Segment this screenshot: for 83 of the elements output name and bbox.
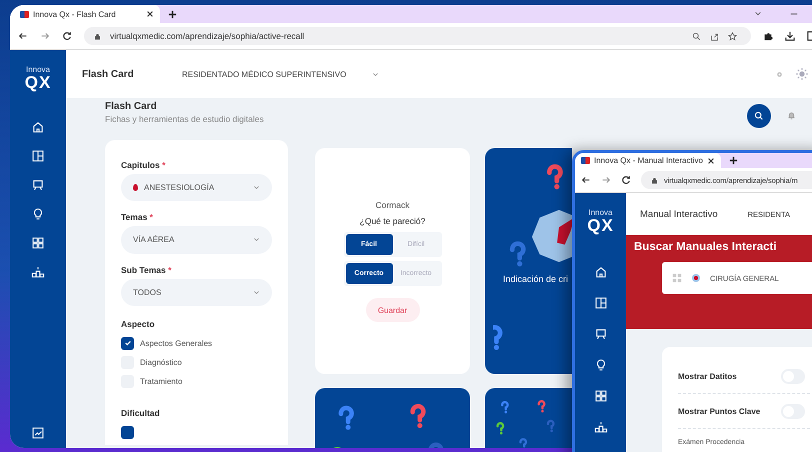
share-icon[interactable] [710,32,719,40]
house-icon[interactable] [594,265,608,279]
tab-title: Innova Qx - Manual Interactivo [594,156,703,165]
chevron-down-icon[interactable] [754,10,762,18]
checkbox[interactable] [121,426,134,439]
field-label: Capitulos * [121,160,166,170]
card-title: Cormack [375,200,410,210]
flash-card-cover[interactable]: Indicación de cri [485,148,572,374]
easel-icon[interactable] [31,178,45,192]
reload-icon[interactable] [62,31,72,41]
close-icon[interactable] [146,10,154,18]
address-bar[interactable]: virtualqxmedic.com/aprendizaje/sophia/active-recall [84,27,751,45]
favicon-icon [581,157,590,164]
flash-card-cover[interactable] [485,388,572,448]
zoom-icon[interactable] [692,32,701,40]
new-tab-icon[interactable] [729,156,738,165]
toggle-label: Mostrar Datitos [678,372,737,380]
grid-icon [672,273,682,283]
puzzle-icon[interactable] [763,31,773,41]
header-title: Flash Card [82,68,135,80]
browser-tab[interactable]: Innova Qx - Manual Interactivo [575,153,721,168]
forward-icon[interactable] [40,31,50,41]
flash-card-cover[interactable] [315,388,470,448]
required-mark: * [168,264,172,275]
reload-icon[interactable] [621,175,631,185]
star-icon[interactable] [728,32,737,40]
select-field[interactable]: ANESTESIOLOGÍA [121,174,272,202]
easel-icon[interactable] [594,327,608,341]
forward-icon[interactable] [601,175,611,185]
lightbulb-icon[interactable] [31,207,45,221]
page-title: Flash Card [105,101,158,112]
layout-icon[interactable] [31,149,45,163]
select-field[interactable]: VÍA AÉREA [121,226,272,254]
chevron-icon [253,184,260,192]
browser-tab[interactable]: Innova Qx - Flash Card [10,5,160,23]
checkbox-label: Diagnóstico [140,358,182,367]
logo-mark: QX [24,74,52,91]
chevron-icon [253,288,260,296]
checkmark-icon [124,339,132,348]
checkbox-label: Aspectos Generales [140,338,212,348]
podium-icon[interactable] [31,265,45,279]
download-icon[interactable] [785,31,795,41]
section-label: Dificultad [121,408,161,418]
favicon-icon [20,10,29,18]
search-icon [754,111,764,121]
chart-icon[interactable] [31,426,45,440]
lock-icon [94,32,101,40]
logo-text: Innova [26,66,50,74]
save-button[interactable]: Guardar [366,298,420,322]
layout-icon[interactable] [594,296,608,310]
page-subtitle: Fichas y herramientas de estudio digitales [105,114,264,124]
toggle-label: Mostrar Puntos Clave [678,406,760,416]
lock-icon [651,176,658,184]
section-label: Aspecto [121,318,156,329]
close-icon[interactable] [707,156,715,164]
checkbox-label: Tratamiento [140,376,182,386]
specialty-icon [133,184,138,192]
program-select[interactable]: RESIDENTADO MÉDICO SUPERINTENSIVO [182,70,380,78]
logo-mark: QX [587,217,614,234]
back-icon[interactable] [581,175,591,185]
field-label: Sub Temas * [121,264,172,275]
tab-title: Innova Qx - Flash Card [33,10,117,18]
card-question: ¿Qué te pareció? [360,216,426,226]
search-button[interactable] [747,104,771,128]
required-mark: * [150,212,153,222]
select-field[interactable]: TODOS [121,278,272,306]
chevron-icon [372,70,380,78]
banner-title: Buscar Manuales Interacti [634,241,778,253]
apps-icon[interactable] [594,389,608,403]
apps-icon[interactable] [31,236,45,250]
checkbox[interactable] [121,336,134,350]
header-title: Manual Interactivo [640,208,718,220]
specialty-icon [692,274,700,282]
new-tab-icon[interactable] [168,10,177,18]
chevron-icon [253,236,260,244]
field-label: Temas * [121,212,154,222]
back-icon[interactable] [18,31,28,41]
house-icon[interactable] [31,120,45,134]
logo-text: Innova [588,209,613,217]
url-text: virtualqxmedic.com/aprendizaje/sophia/active-recall [110,31,304,41]
podium-icon[interactable] [594,420,608,434]
card-caption: Indicación de cri [502,274,568,284]
required-mark: * [162,160,166,170]
